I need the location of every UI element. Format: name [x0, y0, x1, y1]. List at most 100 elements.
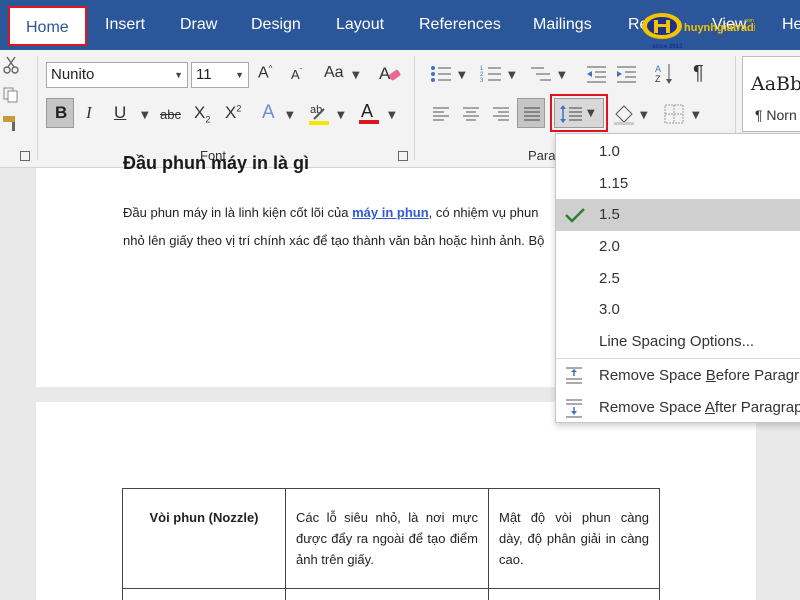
bold-icon: B [55, 103, 68, 122]
table-cell[interactable] [488, 588, 660, 600]
font-size-value: 11 [196, 66, 212, 83]
chevron-down-icon[interactable]: ▼ [141, 110, 149, 121]
font-name-box[interactable]: Nunito ▼ [46, 62, 188, 88]
align-center-icon[interactable] [462, 106, 480, 127]
show-formatting-marks-icon[interactable]: ¶ [693, 62, 704, 85]
document-heading[interactable]: Đầu phun máy in là gì [123, 153, 309, 174]
chevron-down-icon[interactable]: ▼ [692, 110, 700, 121]
table-row [122, 588, 660, 600]
group-separator [37, 56, 38, 160]
shrink-font-icon[interactable]: Aˇ [291, 67, 302, 82]
tab-home[interactable]: Home [8, 6, 87, 46]
shading-icon[interactable] [612, 102, 636, 131]
bold-button[interactable]: B [46, 98, 74, 128]
font-launcher-icon[interactable] [398, 151, 408, 161]
svg-text:3: 3 [480, 78, 484, 84]
paragraph-text: Đầu phun máy in là linh kiện cốt lõi của [123, 205, 353, 220]
style-normal-card[interactable]: AaBbC ¶ Norn [742, 56, 800, 132]
decrease-indent-icon[interactable] [585, 64, 607, 89]
cut-icon[interactable] [2, 56, 20, 79]
tab-references[interactable]: References [419, 0, 501, 50]
nozzle-table: Vòi phun (Nozzle) Các lỗ siêu nhỏ, là nơ… [122, 488, 660, 600]
bullets-icon[interactable] [430, 64, 452, 89]
align-right-icon[interactable] [492, 106, 510, 127]
chevron-down-icon[interactable]: ▼ [388, 110, 396, 121]
paragraph-text: , có nhiệm vụ phun [428, 205, 539, 220]
svg-text:A: A [655, 64, 661, 74]
menu-separator [556, 358, 800, 359]
multilevel-list-icon[interactable] [530, 64, 552, 89]
space-after-icon [566, 399, 582, 418]
logo-tld: .com [743, 18, 754, 24]
increase-indent-icon[interactable] [615, 64, 637, 89]
table-row: Vòi phun (Nozzle) Các lỗ siêu nhỏ, là nơ… [122, 488, 660, 589]
subscript-icon[interactable]: X2 [194, 103, 210, 124]
table-cell-description[interactable]: Các lỗ siêu nhỏ, là nơi mực được đẩy ra … [285, 488, 489, 589]
line-spacing-option-2-5[interactable]: 2.5 [556, 263, 800, 295]
clipboard-launcher-icon[interactable] [20, 151, 30, 161]
chevron-down-icon[interactable]: ▼ [558, 70, 566, 81]
chevron-down-icon[interactable]: ▼ [286, 110, 294, 121]
paragraph-group-label: Para [528, 148, 556, 163]
line-spacing-menu: 1.0 1.15 1.5 2.0 2.5 3.0 Line Spacing Op… [555, 133, 800, 423]
style-name: ¶ Norn [755, 107, 797, 123]
tab-design[interactable]: Design [251, 0, 301, 50]
tab-draw[interactable]: Draw [180, 0, 217, 50]
remove-space-after-item[interactable]: Remove Space After Paragrap [556, 392, 800, 424]
font-color-icon[interactable]: A [358, 100, 380, 131]
svg-text:Z: Z [655, 74, 661, 84]
ribbon-tab-bar: Home Insert Draw Design Layout Reference… [0, 0, 800, 50]
line-spacing-option-2-0[interactable]: 2.0 [556, 231, 800, 263]
svg-text:ab: ab [310, 104, 322, 116]
paragraph-line-1[interactable]: Đầu phun máy in là linh kiện cốt lõi của… [123, 205, 539, 220]
clear-formatting-icon[interactable]: A [378, 62, 402, 89]
format-painter-icon[interactable] [2, 114, 22, 137]
text-effects-icon[interactable]: A [262, 102, 275, 124]
chevron-down-icon[interactable]: ▼ [174, 63, 183, 87]
tab-mailings[interactable]: Mailings [533, 0, 592, 50]
tab-layout[interactable]: Layout [336, 0, 384, 50]
chevron-down-icon[interactable]: ▼ [337, 110, 345, 121]
superscript-icon[interactable]: X2 [225, 103, 241, 123]
option-label: 1.5 [599, 206, 620, 223]
highlight-color-icon[interactable]: ab [308, 102, 330, 131]
chevron-down-icon[interactable]: ▼ [235, 63, 244, 87]
chevron-down-icon[interactable]: ▼ [352, 70, 360, 81]
space-before-icon [566, 367, 582, 384]
chevron-down-icon[interactable]: ▼ [458, 70, 466, 81]
line-spacing-options-link[interactable]: Line Spacing Options... [556, 326, 800, 358]
chevron-down-icon[interactable]: ▼ [508, 70, 516, 81]
svg-text:A: A [361, 101, 373, 121]
justify-icon [524, 107, 540, 121]
line-spacing-option-3-0[interactable]: 3.0 [556, 294, 800, 326]
table-cell-term[interactable]: Vòi phun (Nozzle) [122, 488, 286, 589]
table-cell[interactable] [285, 588, 489, 600]
change-case-icon[interactable]: Aa [324, 64, 344, 82]
justify-button[interactable] [517, 98, 545, 128]
align-left-icon[interactable] [432, 106, 450, 127]
sort-icon[interactable]: AZ [655, 62, 675, 91]
underline-icon[interactable]: U [114, 103, 126, 123]
font-size-box[interactable]: 11 ▼ [191, 62, 249, 88]
copy-icon[interactable] [2, 86, 20, 109]
strikethrough-icon[interactable]: abc [160, 107, 181, 122]
numbering-icon[interactable]: 123 [480, 64, 502, 89]
table-cell[interactable] [122, 588, 286, 600]
style-sample-text: AaBbC [751, 73, 800, 95]
tab-insert[interactable]: Insert [105, 0, 145, 50]
line-spacing-option-1-5[interactable]: 1.5 [556, 199, 800, 231]
italic-icon[interactable]: I [86, 103, 92, 123]
checkmark-icon [565, 208, 585, 223]
line-spacing-option-1-0[interactable]: 1.0 [556, 136, 800, 168]
chevron-down-icon[interactable]: ▼ [640, 110, 648, 121]
line-spacing-option-1-15[interactable]: 1.15 [556, 168, 800, 200]
grow-font-icon[interactable]: A^ [258, 64, 272, 82]
remove-space-before-item[interactable]: Remove Space Before Paragr [556, 360, 800, 392]
font-name-value: Nunito [51, 66, 95, 83]
group-separator [414, 56, 415, 160]
borders-icon[interactable] [664, 104, 684, 129]
tab-help[interactable]: He [782, 0, 800, 50]
paragraph-line-2[interactable]: nhỏ lên giấy theo vị trí chính xác để tạ… [123, 233, 544, 248]
printer-link[interactable]: máy in phun [352, 205, 429, 220]
table-cell-effect[interactable]: Mật độ vòi phun càng dày, độ phân giải i… [488, 488, 660, 589]
